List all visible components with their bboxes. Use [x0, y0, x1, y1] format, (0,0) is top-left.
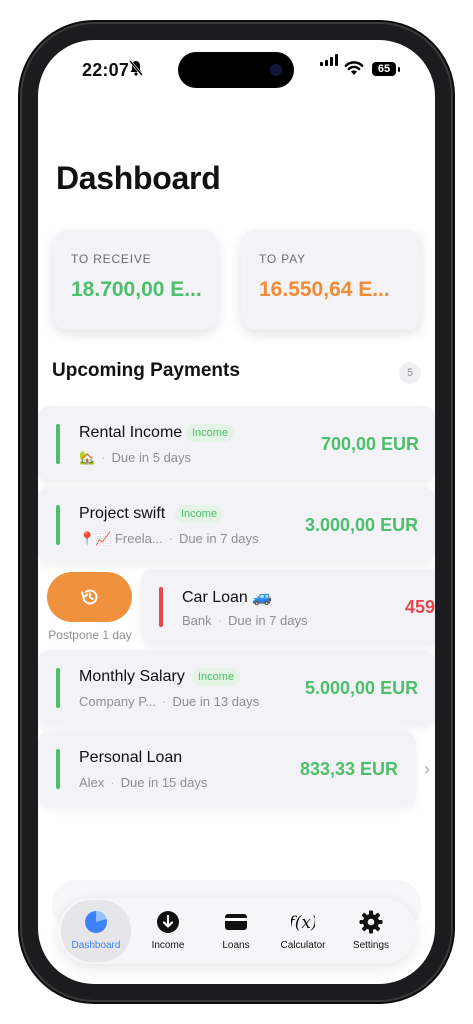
tab-calculator[interactable]: ƒ(x) Calculator: [268, 900, 338, 962]
payment-meta: Alex · Due in 15 days: [79, 775, 208, 790]
payment-meta: 📍📈 Freela... · Due in 7 days: [79, 531, 259, 546]
tab-label: Income: [151, 940, 185, 951]
payment-meta: Bank · Due in 7 days: [182, 613, 308, 628]
income-indicator: [56, 424, 60, 464]
arrow-down-circle-icon: [157, 911, 179, 933]
income-indicator: [56, 505, 60, 545]
income-badge: Income: [192, 668, 241, 686]
payment-amount: 3.000,00 EUR: [305, 515, 419, 535]
payment-amount: 459: [405, 597, 435, 617]
payment-source: Bank: [182, 613, 212, 628]
tab-loans[interactable]: Loans: [201, 900, 271, 962]
wifi-icon: [344, 60, 364, 78]
payment-due: Due in 7 days: [179, 531, 259, 546]
tab-label: Dashboard: [71, 940, 121, 951]
to-receive-card[interactable]: TO RECEIVE 18.700,00 E...: [53, 230, 217, 330]
to-pay-value: 16.550,64 E...: [259, 278, 390, 301]
payment-source: Company P...: [79, 694, 157, 709]
svg-text:ƒ(x): ƒ(x): [291, 913, 315, 933]
chevron-right-icon[interactable]: ›: [424, 759, 430, 780]
payment-amount: 700,00 EUR: [321, 434, 420, 454]
payment-source: 🏡: [79, 450, 96, 465]
tab-settings[interactable]: Settings: [336, 900, 406, 962]
payment-amount: 833,33 EUR: [300, 759, 399, 779]
tab-bar: Dashboard Income Loans ƒ(x) Calculator: [58, 898, 416, 964]
payment-name: Personal Loan: [79, 749, 183, 766]
app-screen: 22:07 65 Dashboard TO RECEIVE 18.700,00 …: [38, 40, 435, 984]
tab-label: Settings: [352, 940, 390, 951]
income-badge: Income: [186, 424, 235, 442]
camera-icon: [270, 64, 282, 76]
to-pay-label: TO PAY: [259, 252, 306, 266]
count-badge: 5: [399, 362, 421, 384]
to-receive-value: 18.700,00 E...: [71, 278, 202, 301]
income-indicator: [56, 749, 60, 789]
income-badge: Income: [175, 505, 224, 523]
gear-icon: [359, 910, 383, 934]
payment-due: Due in 7 days: [227, 613, 308, 628]
payment-row-personal-loan[interactable]: Personal Loan Alex · Due in 15 days 833,33…: [38, 731, 416, 807]
payment-row-monthly-salary[interactable]: Monthly Salary Income Company P... · Due i…: [38, 650, 435, 726]
payment-name: Monthly Salary: [79, 668, 185, 685]
payment-source: Alex: [79, 775, 105, 790]
power-button: [451, 312, 455, 412]
loan-indicator: [159, 587, 163, 627]
payment-meta: 🏡 · Due in 5 days: [79, 450, 192, 465]
pie-chart-icon: [85, 911, 107, 933]
payment-due: Due in 13 days: [172, 694, 260, 709]
battery-tip: [398, 67, 400, 72]
to-pay-card[interactable]: TO PAY 16.550,64 E...: [241, 230, 421, 330]
page-title: Dashboard: [56, 160, 221, 196]
tab-dashboard[interactable]: Dashboard: [61, 900, 131, 962]
payment-name: Car Loan 🚙: [182, 589, 273, 606]
payment-row-project-swift[interactable]: Project swift Income 📍📈 Freela... · Due in…: [38, 487, 435, 563]
payment-meta: Company P... · Due in 13 days: [79, 694, 260, 709]
history-icon: [80, 589, 97, 605]
postpone-label: Postpone 1 day: [48, 628, 132, 642]
payment-source: 📍📈 Freela...: [79, 531, 163, 546]
payment-amount: 5.000,00 EUR: [305, 678, 419, 698]
payment-due: Due in 5 days: [111, 450, 192, 465]
tab-label: Loans: [222, 940, 250, 951]
tab-income[interactable]: Income: [133, 900, 203, 962]
payment-name: Rental Income: [79, 424, 183, 441]
status-time: 22:07: [82, 60, 130, 80]
postpone-button[interactable]: [47, 572, 132, 622]
section-title: Upcoming Payments: [52, 360, 240, 381]
tab-label: Calculator: [280, 940, 326, 951]
credit-card-icon: [225, 914, 247, 930]
to-receive-label: TO RECEIVE: [71, 252, 152, 266]
payment-row-rental-income[interactable]: Rental Income Income 🏡 · Due in 5 days 700…: [38, 406, 435, 482]
payment-name: Project swift: [79, 505, 166, 522]
payment-row-car-loan[interactable]: Car Loan 🚙 Bank · Due in 7 days 459: [141, 569, 435, 645]
income-indicator: [56, 668, 60, 708]
battery-icon: 65: [372, 62, 396, 76]
silent-mode-icon: [129, 60, 143, 79]
payment-due: Due in 15 days: [120, 775, 208, 790]
dynamic-island: [178, 52, 294, 88]
function-icon: ƒ(x): [291, 913, 315, 933]
